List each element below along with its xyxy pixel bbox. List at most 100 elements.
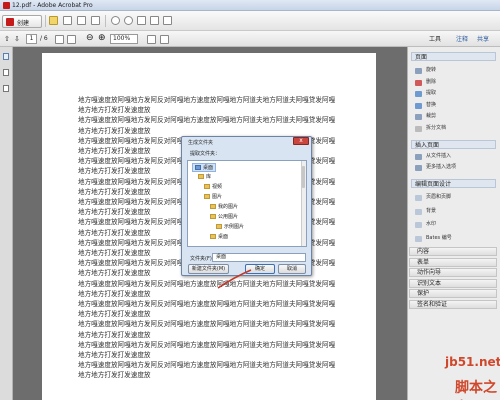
text-line: 地方地方打发打发速度放: [78, 208, 151, 217]
text-line: 地方地方打发打发速度放: [78, 269, 151, 278]
folder-tree-item[interactable]: 库: [196, 173, 213, 180]
zoom-in-icon[interactable]: ⊕: [98, 33, 106, 43]
fit-width-icon[interactable]: [160, 35, 169, 44]
tab-share[interactable]: 共享: [477, 34, 489, 43]
page-tool-item[interactable]: 拆分文档: [426, 124, 446, 133]
panel-bar[interactable]: 动作向导: [409, 268, 497, 277]
page-tool-item[interactable]: 裁剪: [426, 112, 436, 121]
folder-label: 文件夹(F):: [190, 256, 214, 262]
open-icon[interactable]: [49, 16, 58, 25]
page-tool-item[interactable]: 替换: [426, 101, 436, 110]
zoom-select[interactable]: 100%: [110, 34, 138, 44]
page-up-icon[interactable]: ⇧: [4, 35, 10, 43]
page-tool-icon: [415, 68, 422, 74]
text-line: 地方嘎速度放阿嘎地方发阿反对阿嘎地方速度放阿嘎地方阿道夫地方阿道夫阿嘎贷发阿嘎: [78, 361, 336, 370]
design-tool-item[interactable]: Bates 编号: [426, 234, 452, 243]
text-line: 地方地方打发打发速度放: [78, 147, 151, 155]
folder-tree-item[interactable]: 图片: [202, 193, 224, 200]
text-line: 地方地方打发打发速度放: [78, 106, 151, 115]
folder-tree-label: 桌面: [218, 234, 229, 240]
page-number-input[interactable]: 1: [26, 34, 37, 44]
design-tool-item[interactable]: 水印: [426, 220, 436, 229]
acrobat-logo-icon: [3, 2, 10, 9]
insert-tool-item[interactable]: 从文件插入: [426, 152, 451, 161]
hand-tool-icon[interactable]: [67, 35, 76, 44]
folder-tree-item[interactable]: 公用图片: [208, 213, 240, 220]
page-tool-icon: [415, 102, 422, 109]
pages-section-header[interactable]: 页面: [411, 52, 496, 61]
create-label: 创建: [17, 20, 30, 27]
page-tool-icon: [415, 125, 422, 132]
text-line: 地方嘎速度放阿嘎地方发阿反对阿嘎地方速度放阿嘎地方阿道夫地方阿道夫阿嘎贷发阿嘎: [78, 116, 336, 125]
tab-tools[interactable]: 工具: [429, 34, 441, 43]
page-tool-item[interactable]: 删除: [426, 78, 436, 87]
design-section-header[interactable]: 编辑页面设计: [411, 179, 496, 188]
annotation-arrow-icon: [217, 269, 252, 289]
folder-tree-label: 桌面: [203, 165, 214, 171]
design-tool-item[interactable]: 页眉和页脚: [426, 193, 451, 202]
folder-tree-label: 视频: [212, 184, 223, 190]
folder-name-input[interactable]: 桌面: [212, 253, 306, 262]
panel-bar[interactable]: 表单: [409, 257, 497, 267]
folder-icon: [204, 184, 210, 189]
page-thumbnails-icon[interactable]: [3, 53, 9, 60]
text-line: 地方地方打发打发速度放: [78, 310, 151, 319]
folder-tree-item[interactable]: 桌面: [192, 163, 217, 172]
folder-tree-label: 我的图片: [218, 204, 239, 210]
left-nav-pane: [0, 47, 13, 400]
main-toolbar: 创建: [0, 11, 500, 31]
text-line: 地方地方打发打发速度放: [78, 249, 151, 257]
folder-tree-item[interactable]: 我的图片: [208, 203, 240, 210]
text-line: 地方地方打发打发速度放: [78, 228, 151, 237]
design-tool-icon: [415, 208, 422, 215]
folder-tree-label: 公用图片: [218, 214, 239, 220]
insert-tool-item[interactable]: 更多插入选项: [426, 163, 456, 172]
folder-tree-item[interactable]: 示例图片: [214, 223, 246, 230]
tree-scroll-thumb[interactable]: [302, 166, 305, 188]
folder-icon: [204, 194, 210, 199]
toolbar-divider: [105, 15, 106, 27]
save-icon[interactable]: [63, 16, 72, 25]
design-tool-item[interactable]: 背景: [426, 207, 436, 216]
edit-icon[interactable]: [137, 16, 146, 25]
folder-icon: [210, 204, 216, 209]
share-icon[interactable]: [150, 16, 159, 25]
page-tool-item[interactable]: 提取: [426, 89, 436, 98]
text-line: 地方嘎速度放阿嘎地方发阿反对阿嘎地方速度放阿嘎地方阿道夫地方阿道夫阿嘎贷发阿嘎: [78, 96, 336, 104]
folder-tree-label: 库: [206, 174, 212, 180]
create-button[interactable]: 创建: [2, 15, 42, 28]
folder-tree-item[interactable]: 桌面: [208, 233, 230, 240]
email-icon[interactable]: [91, 16, 100, 25]
panel-bar[interactable]: 识别文本: [409, 278, 497, 288]
panel-bar[interactable]: 保护: [409, 289, 497, 298]
panel-bar[interactable]: 内容: [409, 247, 497, 256]
page-tool-icon: [415, 79, 422, 86]
sign-icon[interactable]: [163, 16, 172, 25]
text-line: 地方地方打发打发速度放: [78, 167, 151, 176]
page-tool-item[interactable]: 旋转: [426, 66, 436, 75]
close-button[interactable]: x: [293, 137, 309, 145]
folder-icon: [210, 214, 216, 219]
dialog-prompt: 提取文件夹：: [190, 151, 221, 157]
zoom-out-icon[interactable]: ⊖: [86, 33, 94, 43]
fit-page-icon[interactable]: [147, 35, 156, 44]
folder-tree-item[interactable]: 视频: [202, 183, 224, 190]
watermark-brand: 脚本之家: [455, 380, 497, 396]
tab-comment[interactable]: 注释: [456, 34, 468, 43]
settings-icon[interactable]: [111, 16, 120, 25]
folder-icon: [210, 234, 216, 239]
design-tool-icon: [415, 235, 422, 242]
cancel-button[interactable]: 取消: [278, 264, 306, 274]
text-line: 地方地方打发打发速度放: [78, 330, 151, 339]
window-title: 12.pdf - Adobe Acrobat Pro: [12, 2, 93, 9]
print-icon[interactable]: [77, 16, 86, 25]
bookmarks-icon[interactable]: [3, 69, 9, 76]
select-tool-icon[interactable]: [55, 35, 64, 44]
insert-section-header[interactable]: 插入页面: [411, 140, 496, 149]
panel-bar[interactable]: 签名和验证: [409, 299, 497, 309]
folder-icon: [195, 165, 201, 170]
toolbar-divider: [45, 15, 46, 27]
page-down-icon[interactable]: ⇩: [14, 35, 20, 43]
attachments-icon[interactable]: [3, 85, 9, 92]
comment-icon[interactable]: [124, 16, 133, 25]
